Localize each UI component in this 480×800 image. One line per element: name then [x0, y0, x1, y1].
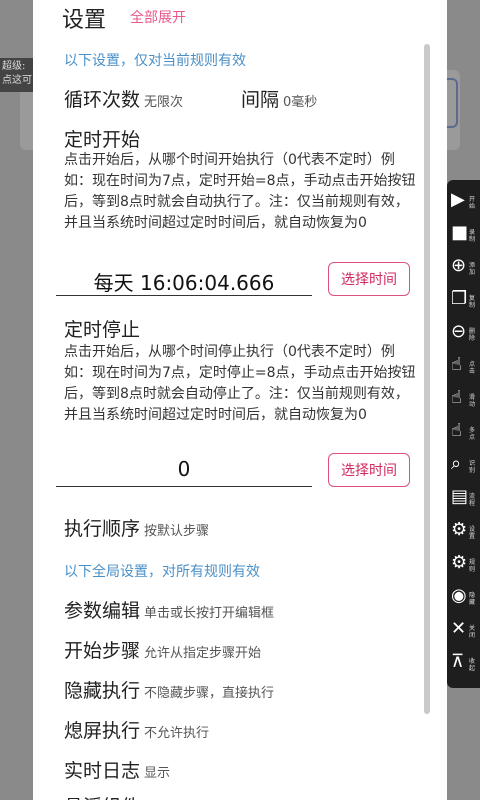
exec-order-row[interactable]: 执行顺序 按默认步骤: [64, 514, 209, 541]
toolbar-item[interactable]: ☝ 多点: [449, 417, 479, 453]
swipe-icon: ☝: [451, 387, 462, 408]
background-chip-line1: 超级:: [2, 61, 26, 72]
expand-all-link[interactable]: 全部展开: [130, 7, 186, 27]
toolbar-item[interactable]: ✕ 关闭: [449, 615, 479, 651]
add-icon: ⊕: [451, 255, 467, 276]
record-icon: ■: [451, 222, 469, 243]
delete-icon: ⊖: [451, 321, 467, 342]
realtime-log-label: 实时日志: [64, 760, 141, 782]
rule-icon: ⚙: [451, 552, 468, 573]
toolbar-item-label: 设置: [469, 526, 476, 540]
toolbar-item-label: 流程: [469, 493, 476, 507]
timed-stop-underline: [56, 486, 312, 487]
background-chip-line2: 点这可: [2, 75, 32, 86]
toolbar-item[interactable]: ☝ 滑动: [449, 384, 479, 420]
dialog-title: 设置: [62, 8, 107, 33]
global-settings-hint: 以下全局设置，对所有规则有效: [64, 564, 260, 580]
scrollbar[interactable]: [424, 44, 430, 714]
screen-off-row[interactable]: 熄屏执行 不允许执行: [64, 716, 209, 743]
background-chip: 超级: 点这可: [0, 58, 36, 92]
collapse-icon: ⊼: [451, 651, 465, 672]
settings-dialog: 设置 全部展开 以下设置，仅对当前规则有效 循环次数 无限次 间隔 0毫秒 定时开始…: [33, 0, 447, 800]
start-step-value: 允许从指定步骤开始: [144, 646, 262, 661]
toolbar-item[interactable]: ⚙ 规则: [449, 549, 479, 585]
multi-touch-icon: ☝: [451, 420, 462, 441]
interval-value: 0毫秒: [283, 95, 318, 110]
flow-icon: ▤: [451, 486, 469, 507]
timed-stop-desc: 点击开始后，从哪个时间停止执行（0代表不定时）例如：现在时间为7点，定时停止=8…: [64, 344, 416, 423]
timed-start-label: 定时开始: [64, 129, 141, 151]
toolbar-item[interactable]: ❐ 复制: [449, 285, 479, 321]
play-icon: ▶: [451, 189, 465, 210]
toolbar-item-label: 识别: [469, 460, 476, 474]
toolbar-item[interactable]: ⊕ 添加: [449, 252, 479, 288]
param-edit-row[interactable]: 参数编辑 单击或长按打开编辑框: [64, 596, 274, 623]
toolbar-item[interactable]: ⌕ 识别: [449, 450, 479, 486]
toolbar-item[interactable]: ▶ 开始: [449, 186, 479, 222]
floating-toolbar: ▶ 开始 ■ 录制 ⊕ 添加 ❐ 复制 ⊖ 删除 ☝ 点击 ☝ 滑动 ☝ 多点 ⌕ 识别 ▤ 流程 ⚙ 设置 ⚙ 规则 ◉ 隐藏 ✕…: [447, 180, 480, 688]
click-icon: ☝: [451, 354, 462, 375]
current-rule-hint: 以下设置，仅对当前规则有效: [64, 53, 246, 69]
toolbar-item-label: 删除: [469, 328, 476, 342]
param-edit-label: 参数编辑: [64, 600, 141, 622]
timed-start-desc: 点击开始后，从哪个时间开始执行（0代表不定时）例如：现在时间为7点，定时开始=8…: [64, 152, 416, 231]
copy-icon: ❐: [451, 288, 468, 309]
timed-start-select-button[interactable]: 选择时间: [328, 262, 410, 296]
timed-stop-label: 定时停止: [64, 319, 141, 341]
close-icon: ✕: [451, 618, 467, 639]
toolbar-item-label: 复制: [469, 295, 476, 309]
toolbar-item[interactable]: ⚙ 设置: [449, 516, 479, 552]
loop-count-label: 循环次数: [64, 89, 141, 111]
toolbar-item[interactable]: ⊼ 收起: [449, 648, 479, 684]
interval-row[interactable]: 间隔 0毫秒: [241, 85, 317, 112]
hidden-exec-label: 隐藏执行: [64, 680, 141, 702]
hidden-exec-value: 不隐藏步骤，直接执行: [144, 686, 275, 701]
screen-off-value: 不允许执行: [144, 726, 210, 741]
toolbar-item-label: 录制: [469, 229, 476, 243]
hide-icon: ◉: [451, 585, 467, 606]
toolbar-item[interactable]: ◉ 隐藏: [449, 582, 479, 618]
settings-icon: ⚙: [451, 519, 468, 540]
toolbar-item[interactable]: ▤ 流程: [449, 483, 479, 519]
interval-label: 间隔: [241, 89, 280, 111]
start-step-row[interactable]: 开始步骤 允许从指定步骤开始: [64, 636, 261, 663]
toolbar-item-label: 规则: [469, 559, 476, 573]
realtime-log-value: 显示: [144, 766, 171, 781]
realtime-log-row[interactable]: 实时日志 显示: [64, 756, 170, 783]
exec-order-label: 执行顺序: [64, 518, 141, 540]
loop-count-value: 无限次: [144, 95, 184, 110]
toolbar-item[interactable]: ■ 录制: [449, 219, 479, 255]
toolbar-item-label: 隐藏: [469, 592, 476, 606]
timed-stop-select-button[interactable]: 选择时间: [328, 453, 410, 487]
toolbar-item-label: 滑动: [469, 394, 476, 408]
recognize-icon: ⌕: [451, 453, 462, 474]
toolbar-item-label: 关闭: [469, 625, 476, 639]
timed-start-underline: [56, 295, 312, 296]
floating-widget-row[interactable]: 悬浮组件: [64, 792, 140, 800]
hidden-exec-row[interactable]: 隐藏执行 不隐藏步骤，直接执行: [64, 676, 274, 703]
toolbar-item-label: 点击: [469, 361, 476, 375]
exec-order-value: 按默认步骤: [144, 524, 210, 539]
param-edit-value: 单击或长按打开编辑框: [144, 606, 275, 621]
toolbar-item-label: 添加: [469, 262, 476, 276]
toolbar-item-label: 收起: [469, 658, 476, 672]
toolbar-item[interactable]: ☝ 点击: [449, 351, 479, 387]
toolbar-item-label: 多点: [469, 427, 476, 441]
loop-count-row[interactable]: 循环次数 无限次: [64, 85, 183, 112]
screen-off-label: 熄屏执行: [64, 720, 141, 742]
start-step-label: 开始步骤: [64, 640, 141, 662]
toolbar-item[interactable]: ⊖ 删除: [449, 318, 479, 354]
toolbar-item-label: 开始: [469, 196, 476, 210]
timed-start-value[interactable]: 每天 16:06:04.666: [56, 267, 312, 296]
timed-stop-value[interactable]: 0: [56, 457, 312, 481]
